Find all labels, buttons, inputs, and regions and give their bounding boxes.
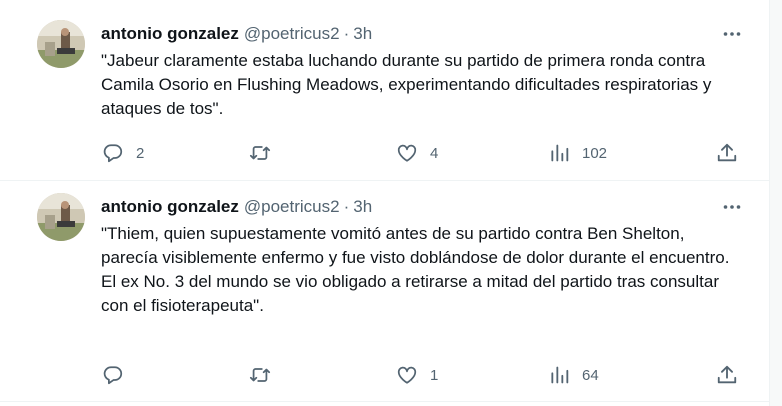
tweet[interactable]: antonio gonzalez @poetricus2 · 3h "Jabeu… (0, 0, 770, 180)
views-button[interactable]: 102 (547, 139, 607, 167)
like-button[interactable]: 1 (395, 361, 438, 389)
views-icon (547, 141, 571, 165)
share-icon (715, 363, 739, 387)
tweet-actions: 2 4 102 (101, 139, 741, 167)
retweet-button[interactable] (248, 139, 283, 167)
tweet-paragraph: "Jabeur claramente estaba luchando duran… (101, 51, 712, 118)
author-handle[interactable]: @poetricus2 (244, 24, 340, 44)
avatar[interactable] (37, 193, 85, 241)
more-icon[interactable] (722, 24, 742, 44)
reply-count: 2 (136, 144, 145, 162)
like-icon (395, 363, 419, 387)
avatar[interactable] (37, 20, 85, 68)
tweet-paragraph: El ex No. 3 del mundo se vio obligado a … (101, 272, 719, 315)
view-count: 102 (582, 144, 608, 162)
author-handle[interactable]: @poetricus2 (244, 197, 340, 217)
reply-icon (101, 141, 125, 165)
tweet-divider (0, 401, 770, 402)
share-button[interactable] (715, 361, 739, 389)
retweet-icon (248, 141, 272, 165)
reply-button[interactable]: 2 (101, 139, 144, 167)
views-icon (547, 363, 571, 387)
tweet-header: antonio gonzalez @poetricus2 · 3h (101, 22, 372, 46)
view-count: 64 (582, 366, 599, 384)
tweet-paragraph: "Thiem, quien supuestamente vomitó antes… (101, 224, 730, 267)
separator-dot: · (343, 24, 350, 43)
retweet-icon (248, 363, 272, 387)
tweet-actions: 1 64 (101, 361, 741, 389)
tweet-text: "Thiem, quien supuestamente vomitó antes… (101, 222, 741, 318)
tweet-text: "Jabeur claramente estaba luchando duran… (101, 49, 741, 121)
author-name[interactable]: antonio gonzalez (101, 197, 239, 217)
more-icon[interactable] (722, 197, 742, 217)
reply-icon (101, 363, 125, 387)
separator-dot: · (343, 197, 350, 216)
author-name[interactable]: antonio gonzalez (101, 24, 239, 44)
share-button[interactable] (715, 139, 739, 167)
scrollbar[interactable] (769, 0, 782, 406)
like-count: 1 (430, 366, 439, 384)
tweet-time[interactable]: 3h (353, 24, 372, 44)
views-button[interactable]: 64 (547, 361, 599, 389)
share-icon (715, 141, 739, 165)
tweet[interactable]: antonio gonzalez @poetricus2 · 3h "Thiem… (0, 180, 770, 406)
tweet-header: antonio gonzalez @poetricus2 · 3h (101, 195, 372, 219)
reply-button[interactable] (101, 361, 136, 389)
like-button[interactable]: 4 (395, 139, 438, 167)
like-icon (395, 141, 419, 165)
tweet-time[interactable]: 3h (353, 197, 372, 217)
retweet-button[interactable] (248, 361, 283, 389)
like-count: 4 (430, 144, 439, 162)
